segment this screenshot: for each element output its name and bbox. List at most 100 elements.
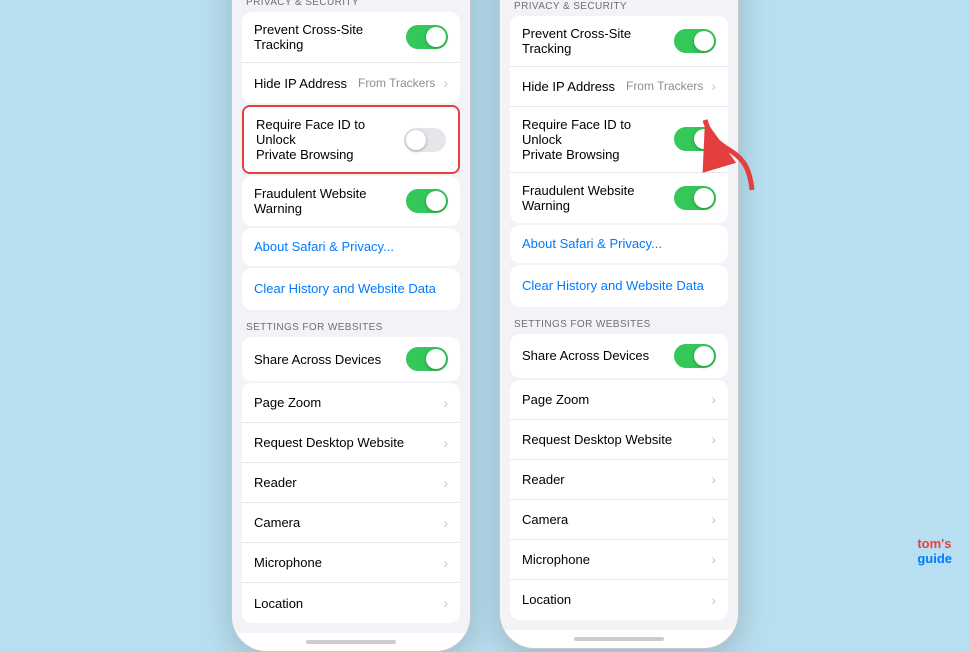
hide-ip-label-1: Hide IP Address <box>254 76 358 91</box>
row-desktop-site-2[interactable]: Request Desktop Website › <box>510 420 728 460</box>
fraud-card-1: Fraudulent Website Warning <box>242 176 460 226</box>
menu-card-1: Page Zoom › Request Desktop Website › Re… <box>242 383 460 623</box>
row-page-zoom-1[interactable]: Page Zoom › <box>242 383 460 423</box>
row-location-1[interactable]: Location › <box>242 583 460 623</box>
clear-history-row-2[interactable]: Clear History and Website Data <box>510 265 728 307</box>
row-desktop-site-1[interactable]: Request Desktop Website › <box>242 423 460 463</box>
watermark: tom's guide <box>917 536 952 566</box>
face-id-label-2a: Require Face ID to Unlock <box>522 117 674 147</box>
share-label-1: Share Across Devices <box>254 352 406 367</box>
microphone-label-1: Microphone <box>254 555 439 570</box>
home-bar-1 <box>306 640 396 644</box>
privacy-header-1: PRIVACY & SECURITY <box>232 0 470 12</box>
desktop-site-label-1: Request Desktop Website <box>254 435 439 450</box>
face-id-label-1: Require Face ID to Unlock <box>256 117 404 147</box>
about-safari-link-2[interactable]: About Safari & Privacy... <box>510 225 728 263</box>
camera-label-1: Camera <box>254 515 439 530</box>
share-toggle-1[interactable] <box>406 347 448 371</box>
websites-header-1: SETTINGS FOR WEBSITES <box>232 312 470 337</box>
row-camera-1[interactable]: Camera › <box>242 503 460 543</box>
reader-label-1: Reader <box>254 475 439 490</box>
home-indicator-1 <box>232 633 470 651</box>
websites-card-1: Share Across Devices <box>242 337 460 381</box>
fraud-label-1: Fraudulent Website Warning <box>254 186 406 216</box>
row-cross-site-tracking-1: Prevent Cross-Site Tracking <box>242 12 460 63</box>
row-share-devices-2: Share Across Devices <box>510 334 728 378</box>
row-cross-site-tracking-2: Prevent Cross-Site Tracking <box>510 16 728 67</box>
hide-ip-chevron-1: › <box>443 75 448 91</box>
face-id-label-2: Private Browsing <box>256 147 404 162</box>
microphone-label-2: Microphone <box>522 552 707 567</box>
camera-chevron-1: › <box>443 515 448 531</box>
fraud-toggle-2[interactable] <box>674 186 716 210</box>
row-hide-ip-1[interactable]: Hide IP Address From Trackers › <box>242 63 460 103</box>
page-zoom-chevron-1: › <box>443 395 448 411</box>
reader-chevron-1: › <box>443 475 448 491</box>
face-id-label-group-2: Require Face ID to Unlock Private Browsi… <box>522 117 674 162</box>
share-toggle-2[interactable] <box>674 344 716 368</box>
clear-history-text-1: Clear History and Website Data <box>254 281 436 296</box>
desktop-site-chevron-2: › <box>711 431 716 447</box>
websites-card-2: Share Across Devices <box>510 334 728 378</box>
about-safari-text-1: About Safari & Privacy... <box>254 239 394 254</box>
row-microphone-1[interactable]: Microphone › <box>242 543 460 583</box>
privacy-header-2: PRIVACY & SECURITY <box>500 0 738 16</box>
page-zoom-label-1: Page Zoom <box>254 395 439 410</box>
websites-header-2: SETTINGS FOR WEBSITES <box>500 309 738 334</box>
row-hide-ip-2[interactable]: Hide IP Address From Trackers › <box>510 67 728 107</box>
microphone-chevron-1: › <box>443 555 448 571</box>
page-zoom-chevron-2: › <box>711 391 716 407</box>
hide-ip-chevron-2: › <box>711 78 716 94</box>
fraud-label-2: Fraudulent Website Warning <box>522 183 674 213</box>
phone-1: 11:01 SOS ▾ ▮▮▮ ‹ Settings Safari PRIVAC… <box>231 0 471 652</box>
row-page-zoom-2[interactable]: Page Zoom › <box>510 380 728 420</box>
location-chevron-2: › <box>711 592 716 608</box>
row-share-devices-1: Share Across Devices <box>242 337 460 381</box>
camera-chevron-2: › <box>711 511 716 527</box>
row-microphone-2[interactable]: Microphone › <box>510 540 728 580</box>
camera-label-2: Camera <box>522 512 707 527</box>
row-fraud-2: Fraudulent Website Warning <box>510 173 728 223</box>
phone-2: 11:01 SOS ▾ ▮▮▮ ‹ Settings Safari PRIVAC… <box>499 0 739 649</box>
reader-chevron-2: › <box>711 471 716 487</box>
face-id-label-group-1: Require Face ID to Unlock Private Browsi… <box>256 117 404 162</box>
desktop-site-chevron-1: › <box>443 435 448 451</box>
hide-ip-value-1: From Trackers <box>358 76 435 90</box>
watermark-text1: tom's <box>917 536 951 551</box>
location-chevron-1: › <box>443 595 448 611</box>
page-zoom-label-2: Page Zoom <box>522 392 707 407</box>
menu-card-2: Page Zoom › Request Desktop Website › Re… <box>510 380 728 620</box>
cross-site-toggle-1[interactable] <box>406 25 448 49</box>
location-label-1: Location <box>254 596 439 611</box>
clear-history-text-2: Clear History and Website Data <box>522 278 704 293</box>
reader-label-2: Reader <box>522 472 707 487</box>
clear-history-row-1[interactable]: Clear History and Website Data <box>242 268 460 310</box>
home-indicator-2 <box>500 630 738 648</box>
microphone-chevron-2: › <box>711 551 716 567</box>
desktop-site-label-2: Request Desktop Website <box>522 432 707 447</box>
row-face-id-2: Require Face ID to Unlock Private Browsi… <box>510 107 728 173</box>
row-reader-2[interactable]: Reader › <box>510 460 728 500</box>
about-safari-link-1[interactable]: About Safari & Privacy... <box>242 228 460 266</box>
face-id-toggle-1[interactable] <box>404 128 446 152</box>
row-fraud-1: Fraudulent Website Warning <box>242 176 460 226</box>
cross-site-label-1: Prevent Cross-Site Tracking <box>254 22 406 52</box>
content-1: PRIVACY & SECURITY Prevent Cross-Site Tr… <box>232 0 470 633</box>
content-2: PRIVACY & SECURITY Prevent Cross-Site Tr… <box>500 0 738 630</box>
hide-ip-value-2: From Trackers <box>626 79 703 93</box>
face-id-label-2b: Private Browsing <box>522 147 674 162</box>
phone-2-wrapper: 11:01 SOS ▾ ▮▮▮ ‹ Settings Safari PRIVAC… <box>499 0 739 649</box>
about-safari-text-2: About Safari & Privacy... <box>522 236 662 251</box>
share-label-2: Share Across Devices <box>522 348 674 363</box>
face-id-highlighted-row-1: Require Face ID to Unlock Private Browsi… <box>242 105 460 174</box>
row-reader-1[interactable]: Reader › <box>242 463 460 503</box>
home-bar-2 <box>574 637 664 641</box>
face-id-toggle-2[interactable] <box>674 127 716 151</box>
hide-ip-label-2: Hide IP Address <box>522 79 626 94</box>
privacy-card-1: Prevent Cross-Site Tracking Hide IP Addr… <box>242 12 460 103</box>
row-camera-2[interactable]: Camera › <box>510 500 728 540</box>
location-label-2: Location <box>522 592 707 607</box>
cross-site-toggle-2[interactable] <box>674 29 716 53</box>
fraud-toggle-1[interactable] <box>406 189 448 213</box>
row-location-2[interactable]: Location › <box>510 580 728 620</box>
